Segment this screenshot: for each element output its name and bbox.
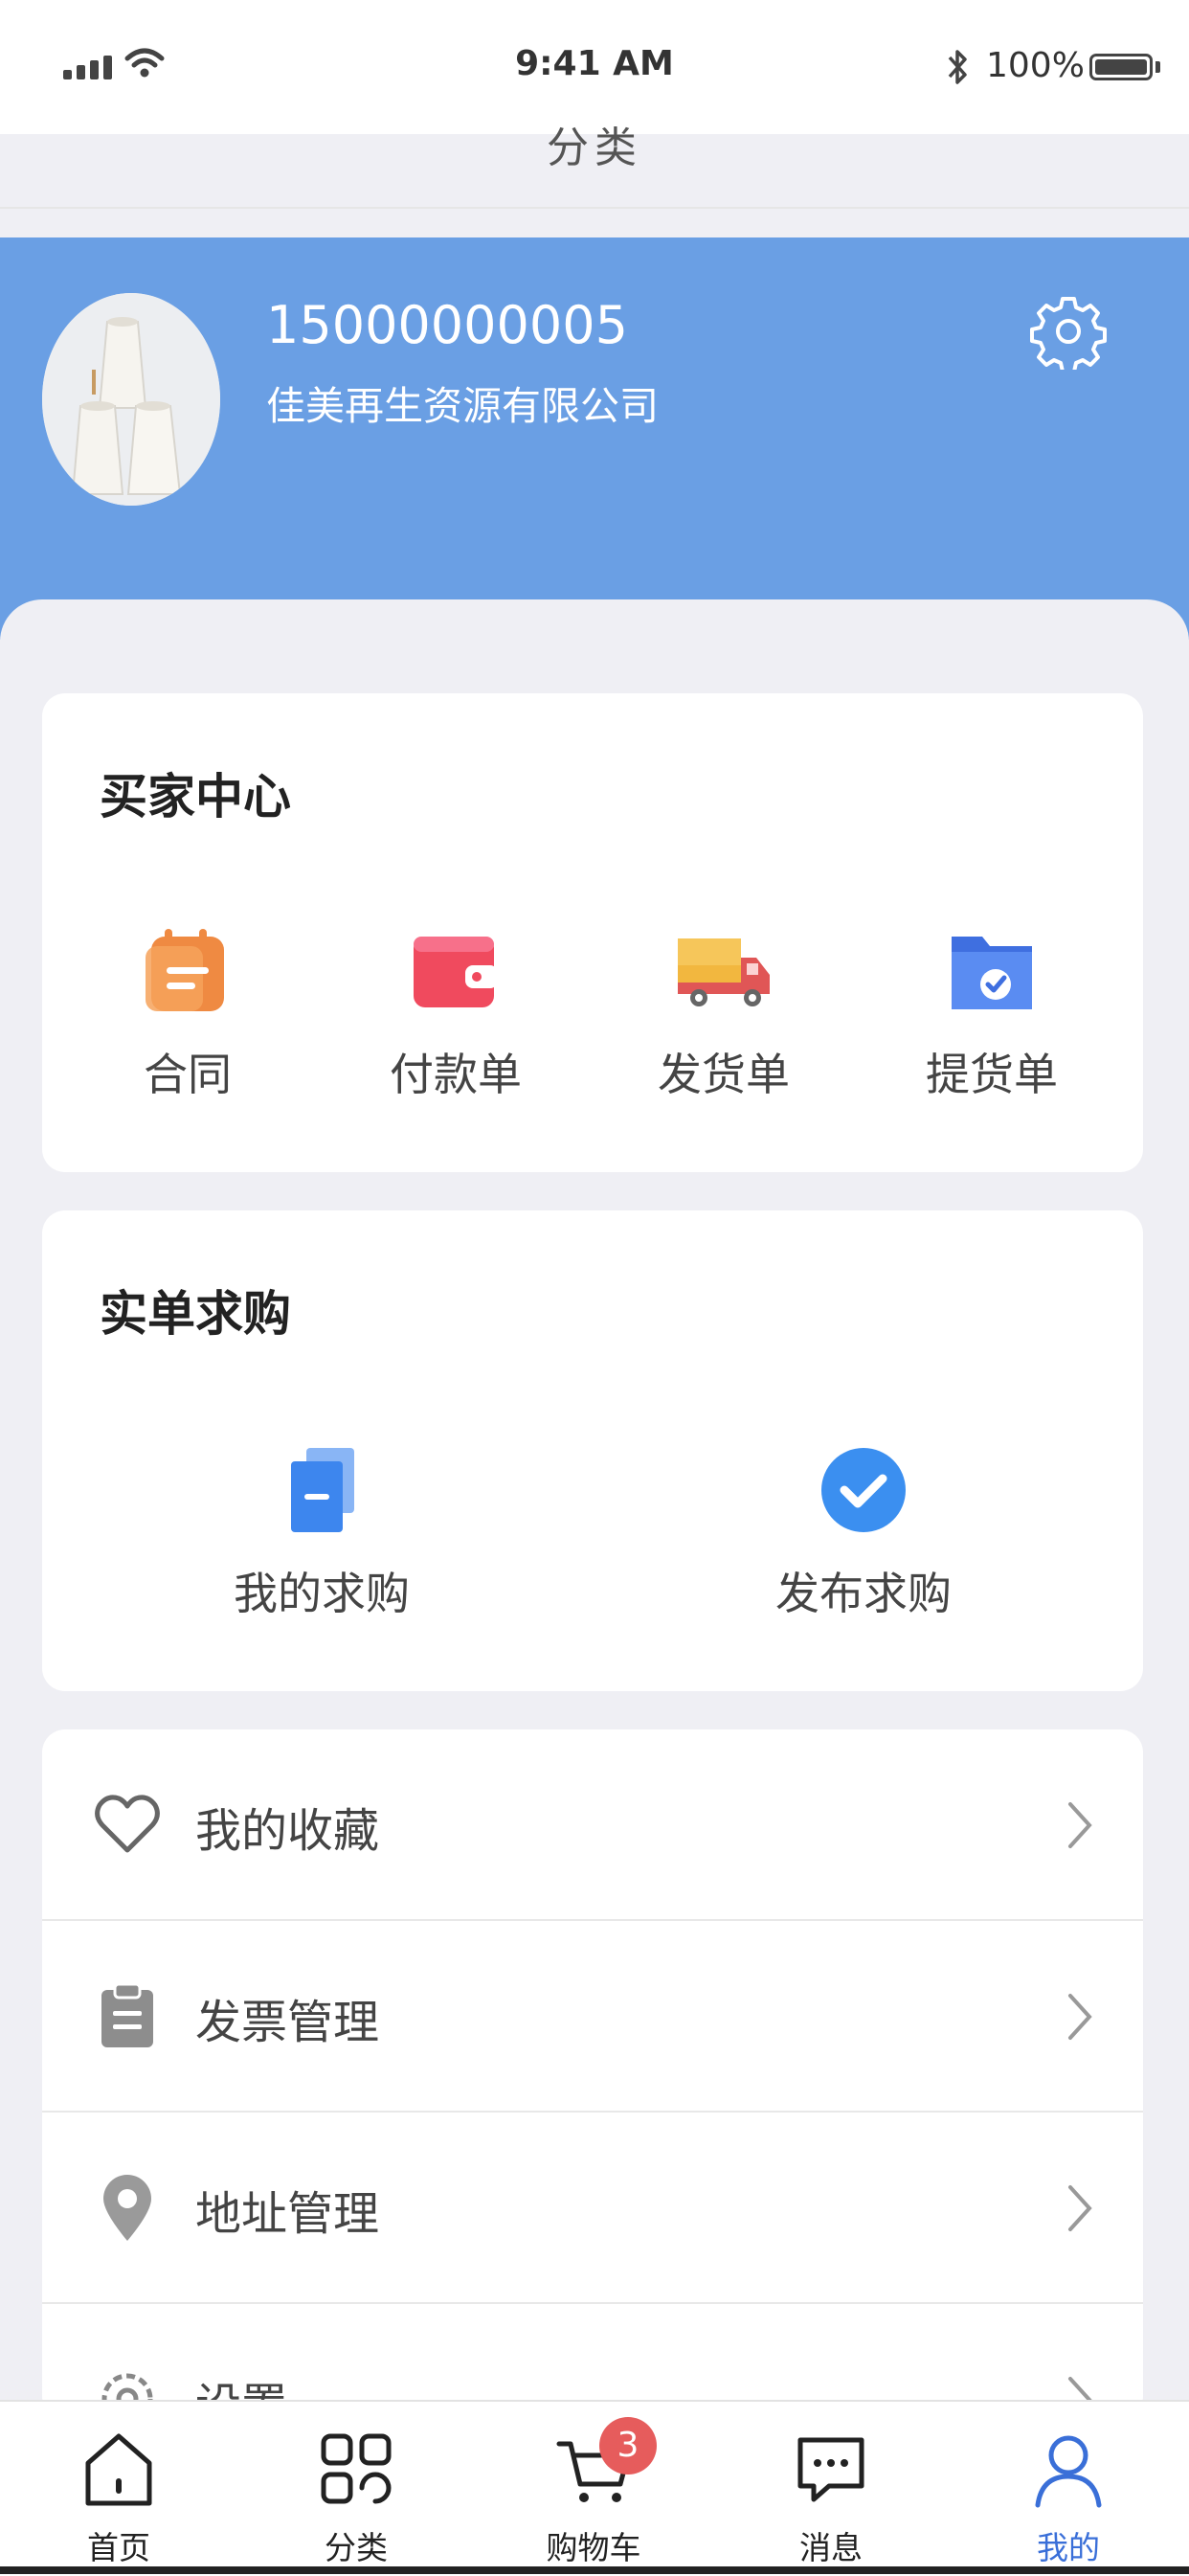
menu-label: 我的收藏 bbox=[195, 1804, 380, 1858]
message-icon bbox=[797, 2437, 864, 2502]
publish-purchase-button[interactable]: 发布求购 bbox=[729, 1442, 998, 1622]
truck-icon bbox=[678, 938, 770, 1006]
menu-label: 地址管理 bbox=[195, 2187, 380, 2241]
menu-item-invoice[interactable]: 发票管理 bbox=[42, 1921, 1143, 2113]
payment-label: 付款单 bbox=[390, 1049, 522, 1100]
home-indicator bbox=[0, 2566, 1189, 2574]
menu-label: 发票管理 bbox=[195, 1996, 380, 2049]
menu-item-address[interactable]: 地址管理 bbox=[42, 2113, 1143, 2304]
avatar[interactable] bbox=[42, 293, 220, 506]
company-name: 佳美再生资源有限公司 bbox=[266, 383, 659, 429]
tab-label: 购物车 bbox=[546, 2529, 641, 2566]
my-purchase-label: 我的求购 bbox=[234, 1568, 410, 1619]
user-icon bbox=[1035, 2435, 1102, 2508]
shipping-button[interactable]: 发货单 bbox=[590, 923, 858, 1103]
tab-category[interactable]: 分类 bbox=[237, 2402, 475, 2576]
nav-divider bbox=[0, 207, 1189, 209]
chevron-right-icon bbox=[1068, 1802, 1092, 1848]
contract-button[interactable]: 合同 bbox=[54, 923, 322, 1103]
bluetooth-icon bbox=[948, 50, 967, 84]
pickup-label: 提货单 bbox=[926, 1049, 1058, 1100]
category-grid-icon bbox=[321, 2433, 392, 2504]
status-bar: 9:41 AM 100% 分类 bbox=[0, 0, 1189, 172]
tab-label: 我的 bbox=[1037, 2529, 1100, 2566]
shipping-label: 发货单 bbox=[658, 1049, 790, 1100]
menu-card: 我的收藏 发票管理 地址管理 设置 bbox=[42, 1729, 1143, 2419]
battery-percent: 100% bbox=[986, 46, 1085, 85]
contract-label: 合同 bbox=[144, 1049, 232, 1100]
wallet-icon bbox=[414, 937, 498, 1007]
clipboard-icon bbox=[101, 1982, 153, 2047]
home-icon bbox=[85, 2433, 152, 2506]
pickup-button[interactable]: 提货单 bbox=[858, 923, 1126, 1103]
document-stack-icon bbox=[291, 1448, 354, 1532]
folder-check-icon bbox=[952, 937, 1032, 1009]
tab-bar: 首页 分类 购物车 消息 我的 bbox=[0, 2400, 1189, 2576]
purchase-title: 实单求购 bbox=[100, 1286, 291, 1342]
location-pin-icon bbox=[103, 2175, 151, 2241]
purchase-card: 实单求购 我的求购 发布求购 bbox=[42, 1210, 1143, 1691]
chevron-right-icon bbox=[1068, 2185, 1092, 2231]
buyer-center-title: 买家中心 bbox=[100, 769, 291, 825]
menu-item-favorites[interactable]: 我的收藏 bbox=[42, 1729, 1143, 1921]
cart-badge: 3 bbox=[599, 2417, 657, 2474]
battery-icon bbox=[1089, 54, 1153, 80]
gear-icon[interactable] bbox=[1030, 293, 1107, 370]
check-circle-icon bbox=[821, 1448, 906, 1532]
tab-messages[interactable]: 消息 bbox=[712, 2402, 950, 2576]
tab-home[interactable]: 首页 bbox=[0, 2402, 237, 2576]
payment-button[interactable]: 付款单 bbox=[322, 923, 590, 1103]
tab-cart[interactable]: 购物车 bbox=[475, 2402, 712, 2576]
buyer-center-card: 买家中心 合同 付款单 发货单 提货单 bbox=[42, 693, 1143, 1172]
yarn-spools-image bbox=[42, 293, 220, 506]
tab-label: 消息 bbox=[799, 2529, 863, 2566]
tab-label: 首页 bbox=[87, 2529, 150, 2566]
heart-icon bbox=[95, 1795, 160, 1853]
my-purchase-button[interactable]: 我的求购 bbox=[188, 1442, 456, 1622]
page-title: 分类 bbox=[547, 124, 642, 172]
tab-mine[interactable]: 我的 bbox=[950, 2402, 1187, 2576]
calendar-contract-icon bbox=[146, 929, 224, 1011]
publish-purchase-label: 发布求购 bbox=[775, 1568, 952, 1619]
tab-label: 分类 bbox=[325, 2529, 388, 2566]
user-phone: 15000000005 bbox=[266, 295, 628, 355]
chevron-right-icon bbox=[1068, 1994, 1092, 2040]
